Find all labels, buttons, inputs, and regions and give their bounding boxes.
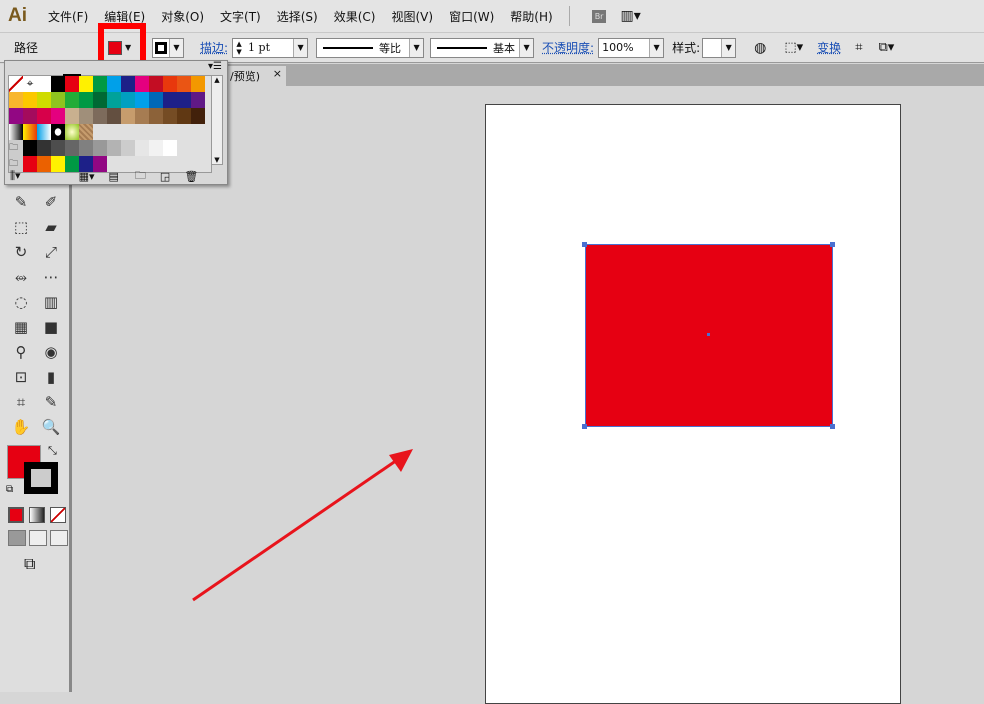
swatch[interactable] <box>107 92 121 108</box>
empty-slot <box>121 124 135 140</box>
swatch[interactable] <box>93 92 107 108</box>
swatch[interactable] <box>107 76 121 92</box>
swatch[interactable] <box>93 76 107 92</box>
swatch[interactable] <box>107 108 121 124</box>
swatch[interactable] <box>121 108 135 124</box>
swatch[interactable] <box>163 76 177 92</box>
swatch[interactable] <box>51 76 65 92</box>
swatches-footer: ⫼▾ ▦▾ ▤ 🗀 ◲ 🗑 <box>5 167 229 185</box>
swatch[interactable] <box>65 140 79 156</box>
swatch[interactable] <box>177 92 191 108</box>
swatch[interactable] <box>149 140 163 156</box>
swatch[interactable] <box>37 92 51 108</box>
swatch[interactable] <box>9 124 23 140</box>
swatch[interactable] <box>191 108 205 124</box>
swatch[interactable] <box>23 108 37 124</box>
swatch-libraries-icon[interactable]: ⫼▾ <box>10 169 21 183</box>
swatch[interactable] <box>93 140 107 156</box>
swatch[interactable] <box>51 140 65 156</box>
swatch[interactable] <box>93 108 107 124</box>
empty-slot <box>177 140 191 156</box>
swatch[interactable] <box>135 140 149 156</box>
swatch[interactable] <box>177 76 191 92</box>
swatch[interactable] <box>79 92 93 108</box>
new-color-group-icon[interactable]: 🗀 <box>135 167 146 186</box>
swatch[interactable] <box>135 108 149 124</box>
swatch[interactable] <box>149 92 163 108</box>
empty-slot <box>163 124 177 140</box>
empty-slot <box>191 140 205 156</box>
swatch[interactable] <box>9 108 23 124</box>
swatch[interactable] <box>37 76 51 92</box>
new-swatch-icon[interactable]: ◲ <box>160 170 170 183</box>
swatch[interactable] <box>23 92 37 108</box>
swatch[interactable] <box>107 140 121 156</box>
swatch[interactable] <box>63 74 81 94</box>
empty-slot <box>107 124 121 140</box>
swatch[interactable] <box>135 76 149 92</box>
swatches-panel: ▾☰ ⌖ 🗀 🗀 ▲ ▼ ⫼▾ ▦▾ ▤ 🗀 ◲ 🗑 <box>4 60 228 185</box>
swatch[interactable] <box>177 108 191 124</box>
swatch[interactable] <box>121 140 135 156</box>
swatch[interactable] <box>23 124 37 140</box>
swatch[interactable] <box>163 140 177 156</box>
swatch[interactable] <box>37 140 51 156</box>
swatch[interactable] <box>163 92 177 108</box>
empty-slot <box>177 124 191 140</box>
scrollbar[interactable]: ▲ ▼ <box>211 75 223 165</box>
swatch[interactable] <box>121 76 135 92</box>
empty-slot <box>135 124 149 140</box>
swatch[interactable] <box>65 124 79 140</box>
swatch[interactable] <box>9 76 23 92</box>
empty-slot <box>149 124 163 140</box>
swatch[interactable] <box>149 76 163 92</box>
color-group-folder-icon[interactable]: 🗀 <box>9 140 23 156</box>
empty-slot <box>191 124 205 140</box>
swatch-grid: ⌖ 🗀 🗀 <box>8 74 212 173</box>
swatch[interactable] <box>163 108 177 124</box>
swatch[interactable] <box>121 92 135 108</box>
swatch[interactable] <box>65 108 79 124</box>
show-swatch-kinds-icon[interactable]: ▦▾ <box>79 170 95 183</box>
swatch[interactable]: ⌖ <box>23 76 37 92</box>
swatch[interactable] <box>191 76 205 92</box>
swatch[interactable] <box>23 140 37 156</box>
swatch-options-icon[interactable]: ▤ <box>109 170 119 183</box>
empty-slot <box>93 124 107 140</box>
swatch[interactable] <box>51 92 65 108</box>
swatch[interactable] <box>51 124 65 140</box>
swatch[interactable] <box>191 92 205 108</box>
swatch[interactable] <box>135 92 149 108</box>
swatch[interactable] <box>9 92 23 108</box>
swatch[interactable] <box>79 76 93 92</box>
swatch[interactable] <box>79 124 93 140</box>
swatch[interactable] <box>37 124 51 140</box>
swatch[interactable] <box>79 140 93 156</box>
swatch[interactable] <box>65 92 79 108</box>
swatch[interactable] <box>79 108 93 124</box>
delete-swatch-icon[interactable]: 🗑 <box>184 170 198 183</box>
swatch[interactable] <box>149 108 163 124</box>
panel-menu-icon[interactable]: ▾☰ <box>208 61 222 72</box>
swatch[interactable] <box>37 108 51 124</box>
swatch[interactable] <box>51 108 65 124</box>
